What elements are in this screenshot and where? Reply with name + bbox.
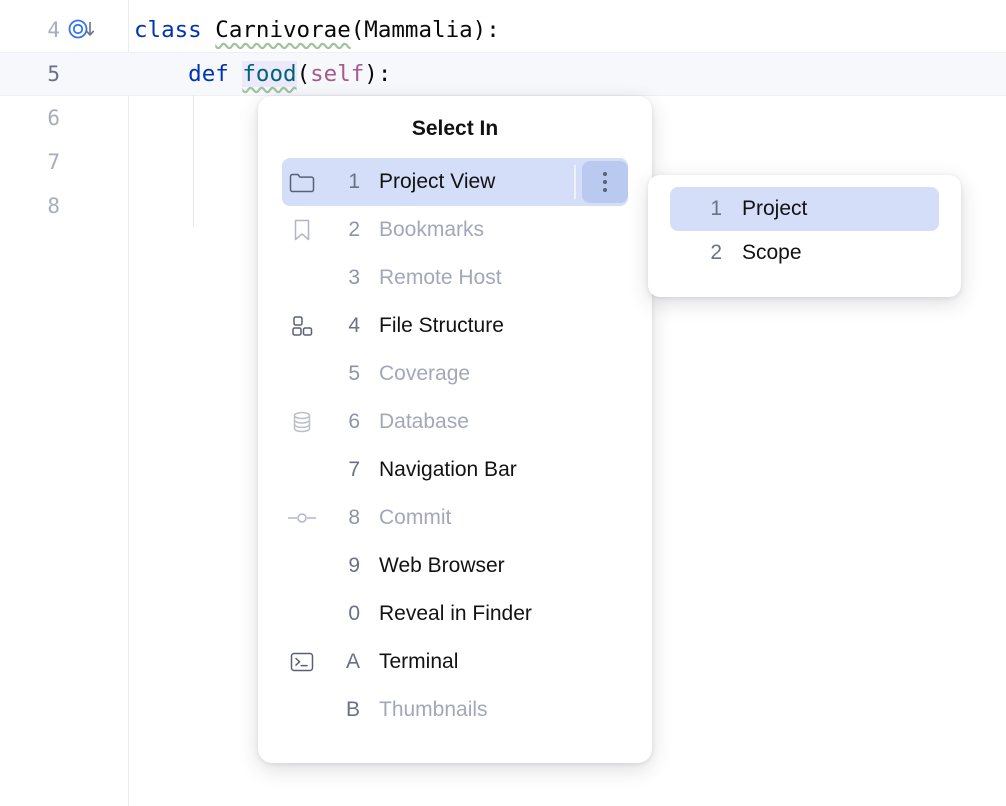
menu-label-web-browser: Web Browser bbox=[360, 554, 505, 578]
select-in-popup: Select In 1 Project View bbox=[258, 96, 652, 763]
file-structure-icon bbox=[282, 302, 322, 350]
menu-label-navigation-bar: Navigation Bar bbox=[360, 458, 517, 482]
select-in-menu-list: 1 Project View 2 Bookmarks 3 Remote Host bbox=[258, 158, 652, 744]
folder-icon bbox=[282, 158, 322, 206]
kebab-dot bbox=[603, 180, 607, 184]
menu-label-commit: Commit bbox=[360, 506, 451, 530]
no-icon bbox=[282, 590, 322, 638]
line-number-6: 6 bbox=[0, 96, 60, 140]
menu-item-navigation-bar[interactable]: 7 Navigation Bar bbox=[282, 446, 628, 494]
menu-label-bookmarks: Bookmarks bbox=[360, 218, 484, 242]
submenu-item-scope[interactable]: 2 Scope bbox=[670, 231, 939, 275]
menu-label-file-structure: File Structure bbox=[360, 314, 504, 338]
menu-label-thumbnails: Thumbnails bbox=[360, 698, 488, 722]
kebab-dot bbox=[603, 172, 607, 176]
code-line-4: class Carnivorae(Mammalia): bbox=[134, 8, 500, 52]
line-number-5: 5 bbox=[0, 52, 60, 96]
menu-item-commit: 8 Commit bbox=[282, 494, 628, 542]
menu-mnemonic: 3 bbox=[322, 266, 360, 290]
menu-item-bookmarks: 2 Bookmarks bbox=[282, 206, 628, 254]
menu-mnemonic: 4 bbox=[322, 314, 360, 338]
line-number-4: 4 bbox=[0, 8, 60, 52]
line-number-7: 7 bbox=[0, 140, 60, 184]
menu-mnemonic: 0 bbox=[322, 602, 360, 626]
no-icon bbox=[282, 542, 322, 590]
menu-mnemonic: 2 bbox=[322, 218, 360, 242]
commit-icon bbox=[282, 494, 322, 542]
menu-item-web-browser[interactable]: 9 Web Browser bbox=[282, 542, 628, 590]
menu-mnemonic: 5 bbox=[322, 362, 360, 386]
kebab-dot bbox=[603, 188, 607, 192]
kebab-menu-icon[interactable] bbox=[582, 161, 628, 203]
project-view-submenu: 1 Project 2 Scope bbox=[648, 175, 961, 297]
menu-label-reveal-in-finder: Reveal in Finder bbox=[360, 602, 532, 626]
no-icon bbox=[282, 254, 322, 302]
menu-item-database: 6 Database bbox=[282, 398, 628, 446]
menu-item-thumbnails: B Thumbnails bbox=[282, 686, 628, 734]
no-icon bbox=[282, 686, 322, 734]
submenu-mnemonic: 2 bbox=[670, 241, 722, 265]
menu-mnemonic: 1 bbox=[322, 170, 360, 194]
menu-item-reveal-in-finder[interactable]: 0 Reveal in Finder bbox=[282, 590, 628, 638]
line-number-8: 8 bbox=[0, 184, 60, 228]
menu-item-remote-host: 3 Remote Host bbox=[282, 254, 628, 302]
menu-item-file-structure[interactable]: 4 File Structure bbox=[282, 302, 628, 350]
no-icon bbox=[282, 350, 322, 398]
menu-item-coverage: 5 Coverage bbox=[282, 350, 628, 398]
indent-guide bbox=[193, 95, 194, 226]
no-icon bbox=[282, 446, 322, 494]
menu-item-project-view[interactable]: 1 Project View bbox=[282, 158, 628, 206]
menu-mnemonic: A bbox=[322, 650, 360, 674]
submenu-mnemonic: 1 bbox=[670, 197, 722, 221]
menu-label-database: Database bbox=[360, 410, 469, 434]
submenu-label-scope: Scope bbox=[722, 241, 802, 265]
menu-label-remote-host: Remote Host bbox=[360, 266, 502, 290]
menu-label-project-view: Project View bbox=[360, 170, 495, 194]
bookmark-icon bbox=[282, 206, 322, 254]
menu-mnemonic: 6 bbox=[322, 410, 360, 434]
code-line-5: def food(self): bbox=[134, 52, 391, 96]
submenu-item-project[interactable]: 1 Project bbox=[670, 187, 939, 231]
terminal-icon bbox=[282, 638, 322, 686]
menu-label-terminal: Terminal bbox=[360, 650, 458, 674]
submenu-label-project: Project bbox=[722, 197, 807, 221]
override-method-icon[interactable] bbox=[62, 8, 102, 52]
menu-label-coverage: Coverage bbox=[360, 362, 470, 386]
database-icon bbox=[282, 398, 322, 446]
menu-mnemonic: 8 bbox=[322, 506, 360, 530]
popup-title: Select In bbox=[258, 96, 652, 158]
menu-item-terminal[interactable]: A Terminal bbox=[282, 638, 628, 686]
menu-mnemonic: 7 bbox=[322, 458, 360, 482]
menu-mnemonic: 9 bbox=[322, 554, 360, 578]
menu-mnemonic: B bbox=[322, 698, 360, 722]
